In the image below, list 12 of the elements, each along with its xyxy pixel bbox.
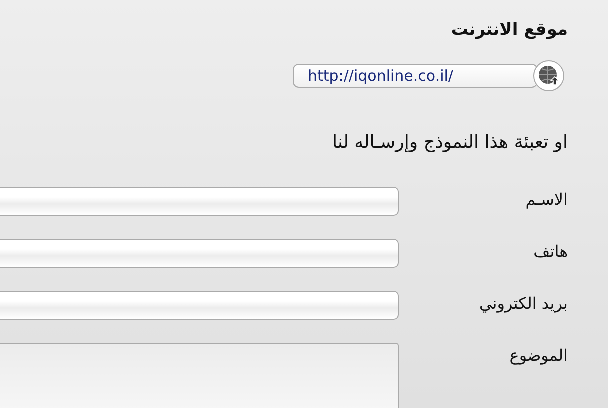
intro-text: او تعبئة هذا النموذج وإرسـاله لنا xyxy=(332,132,568,153)
website-link-field[interactable]: http://iqonline.co.il/ xyxy=(293,64,538,88)
input-field[interactable] xyxy=(0,187,399,216)
input-field[interactable] xyxy=(0,239,399,268)
input-field[interactable] xyxy=(0,291,399,320)
section-heading: موقع الانترنت xyxy=(450,20,568,40)
website-link[interactable]: http://iqonline.co.il/ xyxy=(308,67,454,85)
field-label: هاتف xyxy=(532,241,568,261)
field-label: بريد الكتروني xyxy=(478,293,568,313)
field-label: الاسـم xyxy=(524,189,568,209)
field-label: الموضوع xyxy=(508,345,568,365)
subject-field[interactable] xyxy=(0,343,399,408)
